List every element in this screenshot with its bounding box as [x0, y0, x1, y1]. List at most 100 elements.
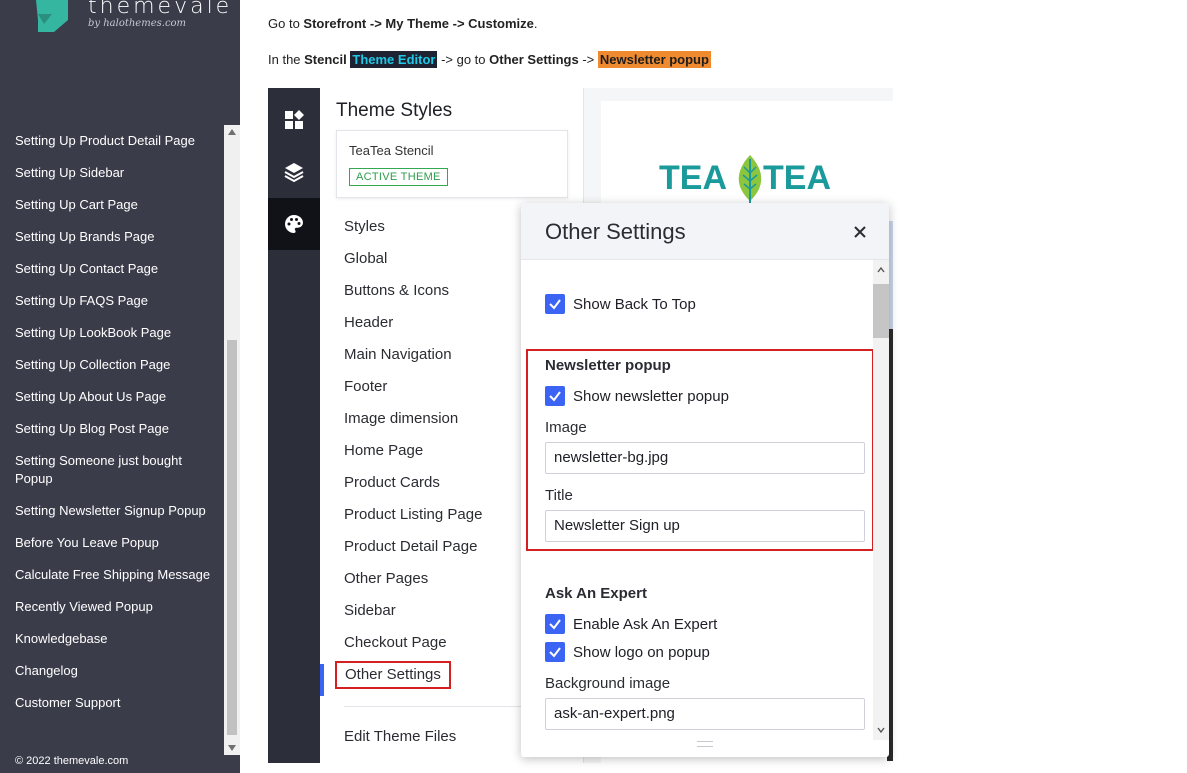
menu-item-label: Other Pages: [344, 570, 429, 587]
menu-item-label: Other Settings: [335, 661, 451, 689]
docs-nav-item[interactable]: Before You Leave Popup: [15, 534, 215, 552]
instruction-stencil: Stencil: [304, 52, 347, 67]
rail-widgets-button[interactable]: [268, 94, 320, 146]
newsletter-title-field[interactable]: Newsletter Sign up: [545, 510, 865, 542]
brand-subtitle: by halothemes.com: [88, 18, 187, 29]
checkbox-checked-icon: [545, 614, 565, 634]
checkbox-label: Show logo on popup: [573, 643, 710, 661]
instruction-line-1: Go to Storefront -> My Theme -> Customiz…: [268, 16, 538, 31]
edit-theme-files-link[interactable]: Edit Theme Files: [344, 728, 456, 745]
rail-layers-button[interactable]: [268, 146, 320, 198]
instruction-line-2: In the Stencil Theme Editor -> go to Oth…: [268, 51, 711, 68]
ask-expert-bg-field[interactable]: ask-an-expert.png: [545, 698, 865, 730]
scrollbar-thumb[interactable]: [227, 340, 237, 735]
menu-item-label: Header: [344, 314, 394, 331]
checkbox-checked-icon: [545, 294, 565, 314]
ask-expert-section-title: Ask An Expert: [545, 585, 647, 602]
checkbox-label: Show newsletter popup: [573, 387, 729, 405]
menu-item-label: Main Navigation: [344, 346, 452, 363]
palette-icon: [285, 215, 303, 233]
docs-nav-item[interactable]: Setting Up Product Detail Page: [15, 132, 215, 150]
layers-icon: [284, 163, 304, 182]
docs-nav-item[interactable]: Knowledgebase: [15, 630, 215, 648]
scroll-down-icon[interactable]: [877, 726, 885, 734]
dialog-title: Other Settings: [545, 219, 686, 244]
instruction-customize: Customize: [468, 16, 534, 31]
menu-item-label: Home Page: [344, 442, 424, 459]
docs-nav-item[interactable]: Setting Up Contact Page: [15, 260, 215, 278]
checkbox-checked-icon: [545, 642, 565, 662]
show-logo-popup-checkbox[interactable]: Show logo on popup: [545, 642, 710, 662]
docs-nav-item[interactable]: Setting Up FAQS Page: [15, 292, 215, 310]
menu-item-label: Checkout Page: [344, 634, 447, 651]
docs-nav-item[interactable]: Setting Someone just bought Popup: [15, 452, 215, 488]
scroll-down-icon[interactable]: [228, 745, 236, 751]
brand-name: themevale: [88, 0, 233, 19]
scrollbar-thumb[interactable]: [873, 284, 889, 338]
newsletter-section-title: Newsletter popup: [545, 357, 671, 374]
docs-nav-item[interactable]: Setting Up Sidebar: [15, 164, 215, 182]
checkbox-label: Enable Ask An Expert: [573, 615, 718, 633]
instruction-text: -> go to: [437, 52, 490, 67]
show-back-to-top-checkbox[interactable]: Show Back To Top: [545, 294, 696, 314]
dialog-header: Other Settings: [521, 203, 889, 260]
theme-name: TeaTea Stencil: [349, 143, 434, 158]
close-icon[interactable]: [849, 221, 871, 243]
docs-nav-item[interactable]: Setting Up Blog Post Page: [15, 420, 215, 438]
docs-nav-item[interactable]: Calculate Free Shipping Message: [15, 566, 215, 584]
scroll-up-icon[interactable]: [877, 266, 885, 274]
show-newsletter-checkbox[interactable]: Show newsletter popup: [545, 386, 729, 406]
menu-item-label: Footer: [344, 378, 388, 395]
copyright: © 2022 themevale.com: [15, 755, 129, 767]
menu-item-label: Sidebar: [344, 602, 396, 619]
menu-item-label: Product Listing Page: [344, 506, 483, 523]
menu-item-label: Styles: [344, 218, 385, 235]
editor-icon-rail: [268, 88, 320, 763]
instruction-arrow: ->: [449, 16, 469, 31]
docs-nav-item[interactable]: Changelog: [15, 662, 215, 680]
logo-text-right: TEA: [763, 159, 831, 197]
enable-ask-expert-checkbox[interactable]: Enable Ask An Expert: [545, 614, 717, 634]
widgets-icon: [285, 110, 304, 129]
docs-nav-item[interactable]: Setting Up Cart Page: [15, 196, 215, 214]
instruction-theme-editor-highlight: Theme Editor: [350, 51, 438, 68]
other-settings-dialog: Other Settings Show Back To Top Newslett…: [521, 203, 889, 757]
instruction-arrow: ->: [578, 52, 598, 67]
docs-sidebar: themevale by halothemes.com Setting Up P…: [0, 0, 240, 773]
docs-nav-item[interactable]: Setting Up LookBook Page: [15, 324, 215, 342]
scroll-up-icon[interactable]: [228, 129, 236, 135]
docs-nav-item[interactable]: Setting Up Collection Page: [15, 356, 215, 374]
instruction-arrow: ->: [366, 16, 386, 31]
sidebar-scrollbar[interactable]: [224, 125, 240, 755]
background-image-label: Background image: [545, 675, 671, 692]
title-field-label: Title: [545, 487, 573, 504]
menu-item-label: Product Cards: [344, 474, 440, 491]
active-theme-badge: ACTIVE THEME: [349, 168, 448, 186]
menu-item-label: Buttons & Icons: [344, 282, 450, 299]
instruction-my-theme: My Theme: [385, 16, 449, 31]
logo-text-left: TEA: [659, 159, 727, 197]
resize-grip-icon[interactable]: [697, 741, 713, 747]
menu-item-label: Image dimension: [344, 410, 459, 427]
instruction-storefront: Storefront: [303, 16, 367, 31]
docs-nav-item[interactable]: Recently Viewed Popup: [15, 598, 215, 616]
instruction-newsletter-highlight: Newsletter popup: [597, 51, 711, 68]
teatea-logo: TEA TEA: [659, 155, 831, 205]
menu-item-label: Product Detail Page: [344, 538, 478, 555]
instruction-other-settings: Other Settings: [489, 52, 579, 67]
docs-nav-item[interactable]: Customer Support: [15, 694, 215, 712]
panel-title: Theme Styles: [336, 100, 453, 121]
checkbox-label: Show Back To Top: [573, 295, 696, 313]
docs-nav-item[interactable]: Setting Newsletter Signup Popup: [15, 502, 215, 520]
checkbox-checked-icon: [545, 386, 565, 406]
dialog-scrollbar[interactable]: [873, 260, 889, 740]
docs-nav-item[interactable]: Setting Up Brands Page: [15, 228, 215, 246]
docs-nav: Setting Up Product Detail Page Setting U…: [15, 132, 215, 726]
newsletter-image-field[interactable]: newsletter-bg.jpg: [545, 442, 865, 474]
brand-logo[interactable]: themevale by halothemes.com: [28, 0, 229, 36]
rail-styles-button[interactable]: [268, 198, 320, 250]
instruction-text: Go to: [268, 16, 304, 31]
dialog-body: Show Back To Top Newsletter popup Show n…: [521, 260, 874, 740]
docs-nav-item[interactable]: Setting Up About Us Page: [15, 388, 215, 406]
instruction-text: In the: [268, 52, 305, 67]
